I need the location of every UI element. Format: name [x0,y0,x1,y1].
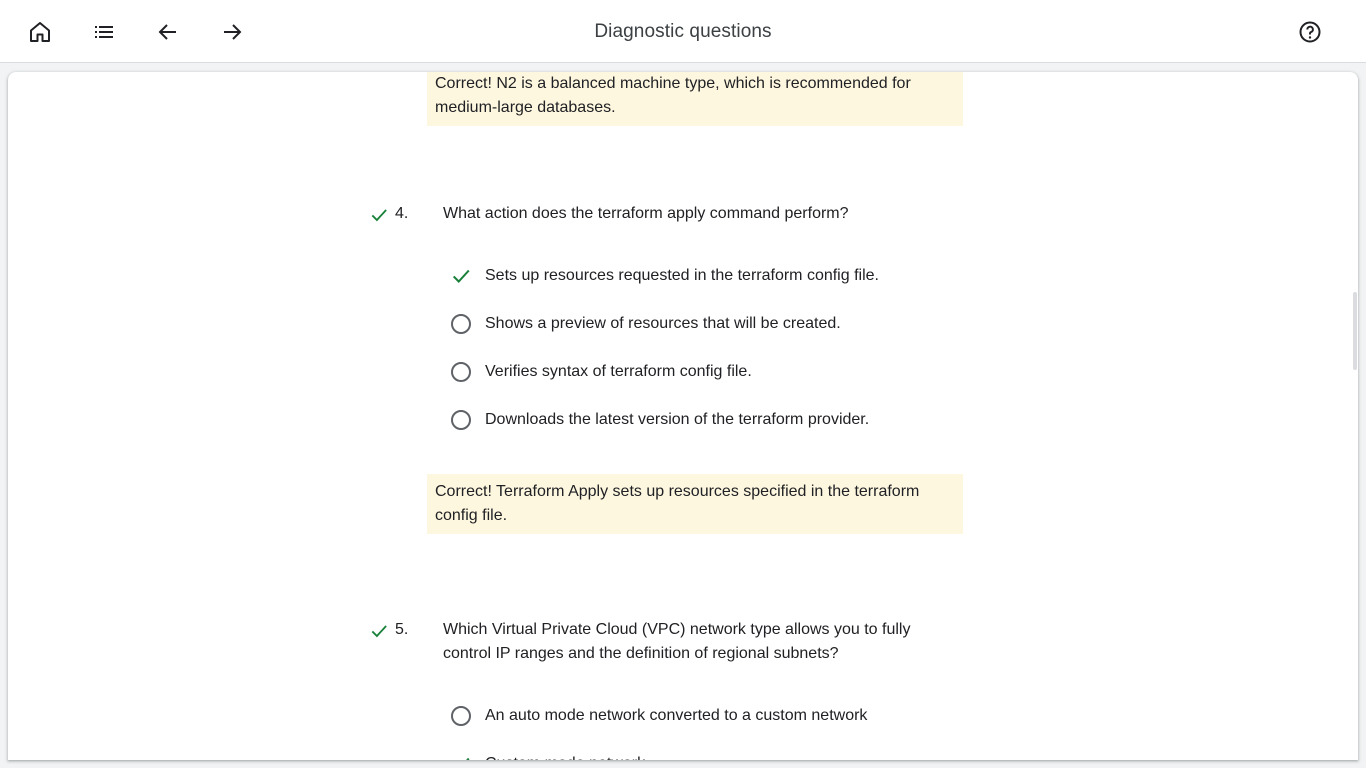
feedback-box: Correct! N2 is a balanced machine type, … [427,72,963,126]
question-text: Which Virtual Private Cloud (VPC) networ… [443,621,911,662]
answer-option-label: An auto mode network converted to a cust… [485,707,868,724]
feedback-box: Correct! Terraform Apply sets up resourc… [427,474,963,534]
answer-option[interactable]: Downloads the latest version of the terr… [449,408,869,432]
answer-option-label: Custom mode network [485,752,645,760]
answer-option[interactable]: Custom mode network [449,752,645,760]
answer-option-label: Verifies syntax of terraform config file… [485,363,752,380]
question-text: What action does the terraform apply com… [443,205,849,222]
question-correct-check-icon [371,625,387,638]
question-number: 5. [395,621,409,638]
answer-option-label: Sets up resources requested in the terra… [485,267,879,284]
radio-button[interactable] [451,706,471,726]
answer-option-label: Downloads the latest version of the terr… [485,411,870,428]
scrollbar-thumb[interactable] [1353,292,1357,370]
top-app-bar: Diagnostic questions [0,0,1366,63]
page-title: Diagnostic questions [594,21,772,42]
question-number: 4. [395,205,409,222]
content-sheet: Correct! N2 is a balanced machine type, … [8,72,1358,760]
radio-button[interactable] [451,410,471,430]
answer-option[interactable]: Verifies syntax of terraform config file… [449,360,752,384]
answer-option[interactable]: Shows a preview of resources that will b… [449,312,841,336]
help-button[interactable] [1294,16,1326,48]
radio-button[interactable] [451,314,471,334]
answer-option[interactable]: An auto mode network converted to a cust… [449,704,867,728]
radio-button[interactable] [451,362,471,382]
question-correct-check-icon [371,209,387,222]
answer-option-label: Shows a preview of resources that will b… [485,315,841,332]
help-icon [1299,21,1321,43]
correct-check-icon [449,264,473,288]
answer-option[interactable]: Sets up resources requested in the terra… [449,264,879,288]
correct-check-icon [449,752,473,760]
